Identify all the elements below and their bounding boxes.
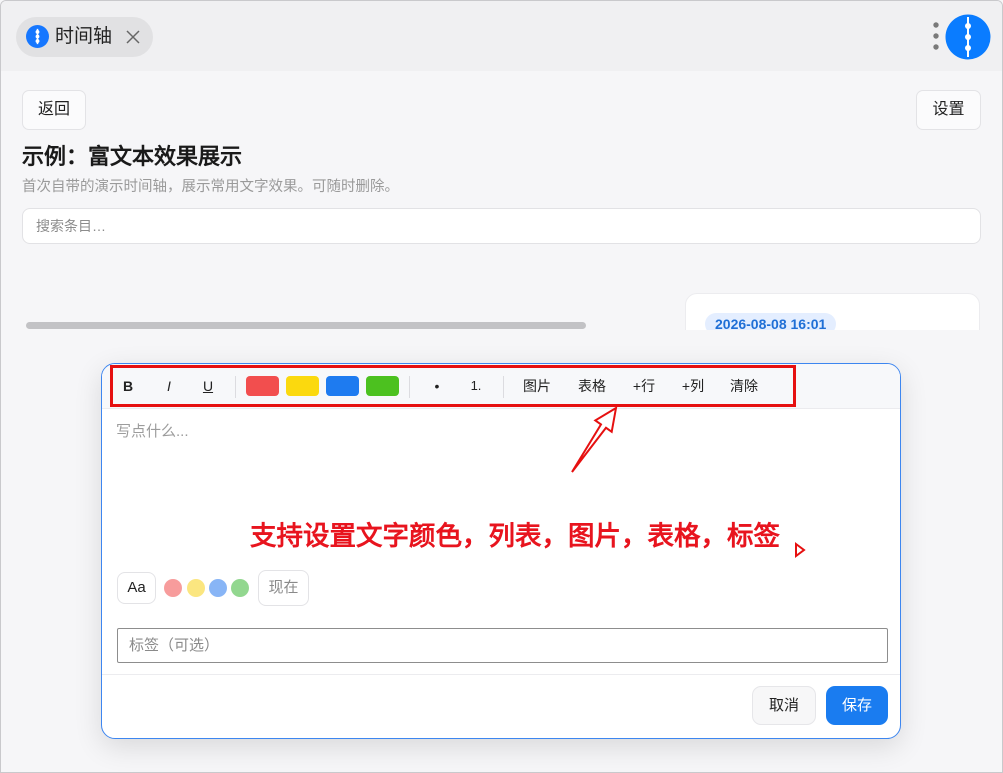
highlight-yellow-dot[interactable]	[187, 579, 205, 597]
underline-button[interactable]: U	[192, 371, 224, 401]
timeline-icon	[26, 25, 49, 48]
toolbar-separator	[503, 376, 504, 398]
page-subtitle: 首次自带的演示时间轴，展示常用文字效果。可随时删除。	[22, 179, 399, 195]
entry-timestamp-badge: 2026-08-08 16:01	[705, 313, 837, 330]
tab-title: 时间轴	[55, 26, 113, 47]
back-button[interactable]: 返回	[22, 90, 86, 130]
insert-now-button[interactable]: 现在	[258, 570, 309, 606]
toolbar-separator	[409, 376, 410, 398]
more-vertical-icon[interactable]	[930, 20, 942, 52]
dialog-divider	[102, 674, 900, 675]
timeline-entry-card[interactable]: 2026-08-08 16:01	[685, 293, 980, 330]
font-size-button[interactable]: Aa	[117, 572, 156, 604]
rich-text-toolbar: B I U • 1. 图片 表格 +行 +列 清除	[102, 364, 900, 409]
timeline-track[interactable]: 2026-08-08 16:01	[22, 260, 981, 330]
entry-content-editor[interactable]	[102, 410, 900, 560]
page-title: 示例：富文本效果展示	[22, 144, 243, 169]
search-input[interactable]	[22, 208, 981, 244]
text-color-blue-swatch[interactable]	[326, 376, 359, 396]
tab-timeline[interactable]: 时间轴	[16, 17, 153, 57]
text-color-green-swatch[interactable]	[366, 376, 399, 396]
text-color-yellow-swatch[interactable]	[286, 376, 319, 396]
close-icon[interactable]	[125, 29, 141, 45]
highlight-blue-dot[interactable]	[209, 579, 227, 597]
settings-button[interactable]: 设置	[916, 90, 981, 130]
add-row-button[interactable]: +行	[622, 371, 666, 401]
insert-image-button[interactable]: 图片	[515, 371, 559, 401]
bullet-list-button[interactable]: •	[421, 371, 453, 401]
bold-button[interactable]: B	[112, 371, 144, 401]
clear-format-button[interactable]: 清除	[722, 371, 766, 401]
numbered-list-button[interactable]: 1.	[460, 371, 492, 401]
add-column-button[interactable]: +列	[671, 371, 715, 401]
highlight-pink-dot[interactable]	[164, 579, 182, 597]
highlight-green-dot[interactable]	[231, 579, 249, 597]
insert-table-button[interactable]: 表格	[570, 371, 614, 401]
toolbar-separator	[235, 376, 236, 398]
cancel-button[interactable]: 取消	[752, 686, 816, 725]
italic-button[interactable]: I	[153, 371, 185, 401]
tag-input[interactable]	[117, 628, 888, 663]
save-button[interactable]: 保存	[826, 686, 888, 725]
horizontal-scrollbar-thumb[interactable]	[26, 322, 586, 329]
top-bar: 时间轴	[1, 1, 1002, 71]
app-window: 时间轴 返回 设置 示例：富文本效果展示 首次自带的演示时间轴，展示常用文字效果…	[0, 0, 1003, 773]
timeline-logo-icon[interactable]	[945, 14, 991, 60]
entry-editor-dialog: B I U • 1. 图片 表格 +行 +列 清除 Aa 现在 取消 保	[101, 363, 901, 739]
text-color-red-swatch[interactable]	[246, 376, 279, 396]
